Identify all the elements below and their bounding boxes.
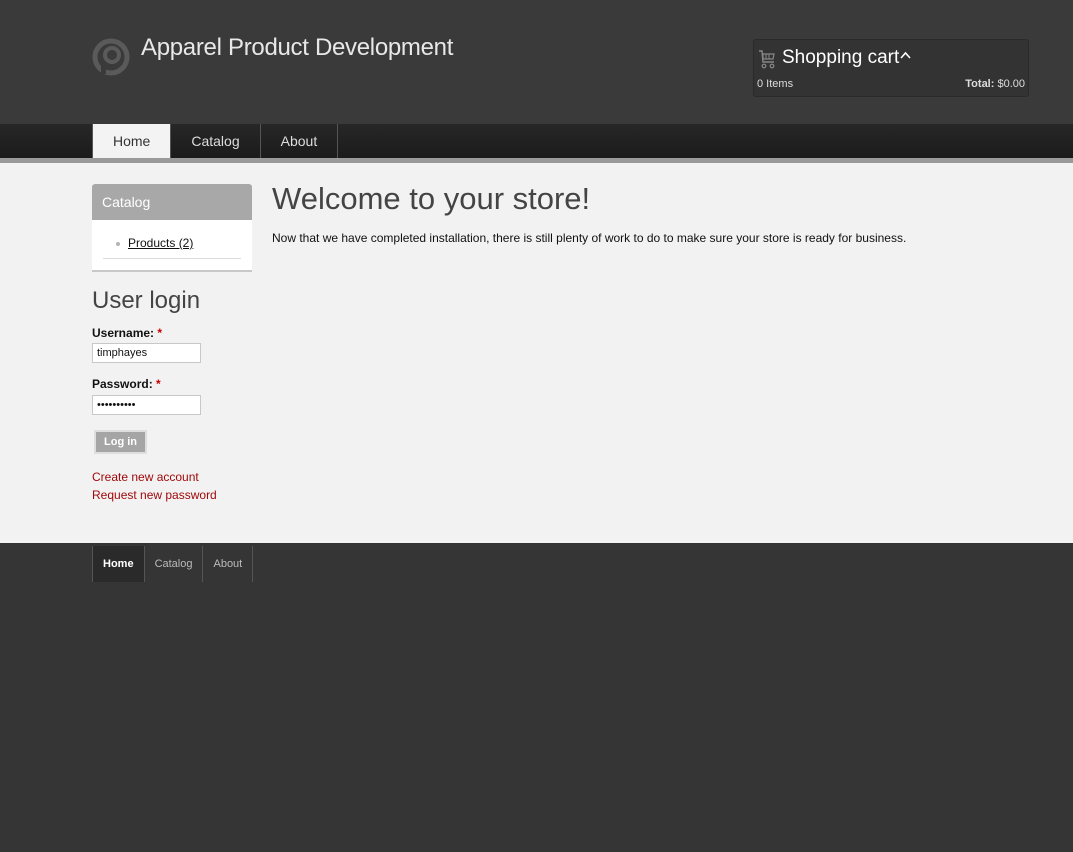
user-login-title: User login [92,287,201,314]
footer-link-home[interactable]: Home [93,546,145,582]
username-input[interactable] [92,343,201,363]
shopping-cart-block: Shopping cart 0 Items Total: $0.00 [753,39,1029,97]
cart-total-value: $0.00 [997,78,1025,90]
cart-total-label: Total: [965,78,995,90]
nav-tab-catalog[interactable]: Catalog [171,124,261,158]
password-label: Password: * [92,377,161,391]
nav-tab-home[interactable]: Home [93,124,172,158]
footer-link-about[interactable]: About [203,546,254,582]
username-label: Username: * [92,326,162,340]
main-menu: Home Catalog About [92,124,339,158]
site-name-link[interactable]: Apparel Product Development [141,34,453,62]
drupal-logo-icon[interactable] [92,38,130,76]
main-content-area: Catalog Products (2) User login Username… [0,163,1073,543]
login-button[interactable]: Log in [94,430,147,454]
welcome-message: Now that we have completed installation,… [272,231,907,245]
catalog-block-title: Catalog [92,184,252,220]
bullet-icon [116,242,120,246]
catalog-list-item: Products (2) [103,228,241,259]
password-input[interactable] [92,395,201,415]
password-label-text: Password: [92,377,153,391]
request-password-link[interactable]: Request new password [92,488,217,502]
nav-tab-about[interactable]: About [261,124,339,158]
catalog-products-link[interactable]: Products (2) [128,236,193,250]
create-account-link[interactable]: Create new account [92,470,199,484]
username-label-text: Username: [92,326,155,340]
page-title: Welcome to your store! [272,181,591,216]
footer-link-catalog[interactable]: Catalog [145,546,204,582]
footer-navigation: Home Catalog About [92,546,254,582]
cart-icon [759,50,775,69]
catalog-block: Catalog Products (2) [92,184,252,272]
required-marker: * [157,326,163,340]
cart-title[interactable]: Shopping cart [782,47,899,69]
main-navigation: Home Catalog About [0,124,1073,163]
cart-total: Total: $0.00 [965,78,1025,90]
site-header: Apparel Product Development Shopping car… [0,0,1073,124]
chevron-up-icon[interactable] [900,51,911,59]
cart-items-count: 0 Items [757,78,794,90]
required-marker: * [156,377,161,391]
